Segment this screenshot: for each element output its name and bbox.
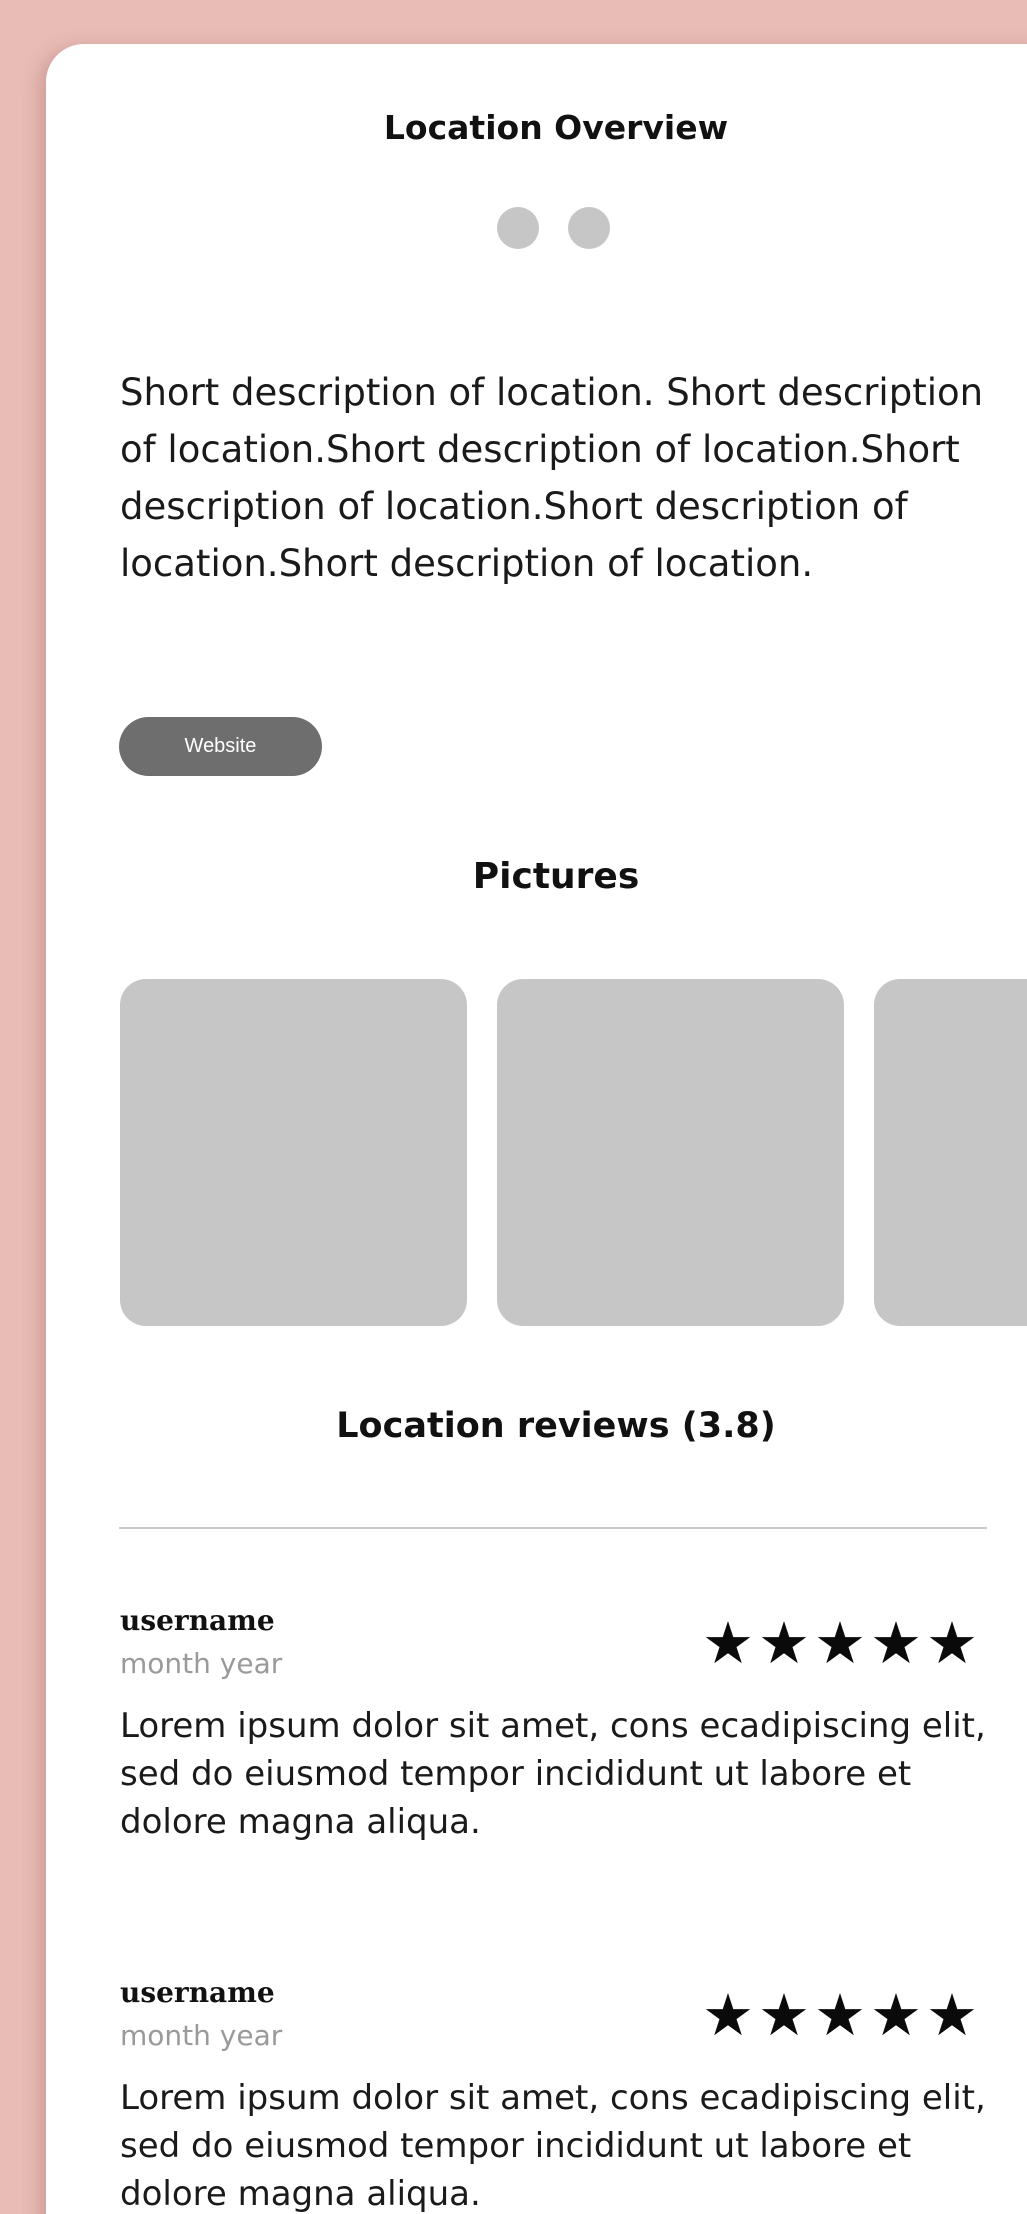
page-title: Location Overview	[383, 108, 729, 147]
location-description: Short description of location. Short des…	[120, 371, 984, 585]
review-text: Lorem ipsum dolor sit amet, cons ecadipi…	[120, 1706, 986, 1842]
picture-thumbnail[interactable]	[120, 979, 467, 1326]
website-button[interactable]: Website	[119, 717, 322, 776]
picture-thumbnail[interactable]	[874, 979, 1027, 1326]
picture-thumbnail[interactable]	[497, 979, 844, 1326]
star-rating-icon: ★★★★★	[702, 1609, 982, 1677]
review-item: username month year ★★★★★ Lorem ipsum do…	[120, 1976, 1000, 2214]
star-rating-icon: ★★★★★	[702, 1981, 982, 2049]
carousel-indicator	[497, 207, 610, 249]
location-overview-card: Location Overview Short description of l…	[46, 44, 1027, 2214]
pictures-heading: Pictures	[472, 856, 640, 897]
review-item: username month year ★★★★★ Lorem ipsum do…	[120, 1604, 1000, 1846]
review-text: Lorem ipsum dolor sit amet, cons ecadipi…	[120, 2078, 986, 2214]
carousel-dot-1[interactable]	[497, 207, 539, 249]
carousel-dot-2[interactable]	[568, 207, 610, 249]
divider	[119, 1527, 987, 1529]
reviews-heading: Location reviews (3.8)	[336, 1406, 776, 1446]
